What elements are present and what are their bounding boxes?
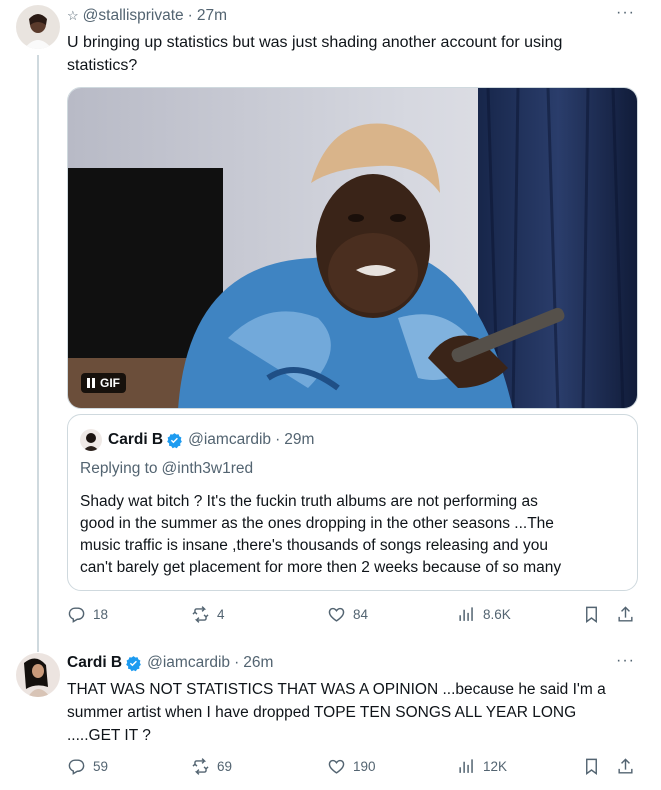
verified-badge-icon (126, 655, 141, 671)
timestamp[interactable]: 26m (243, 654, 273, 672)
reply-button[interactable]: 18 (67, 605, 108, 624)
reply-count: 59 (93, 759, 109, 774)
share-icon (618, 758, 633, 774)
share-button[interactable] (616, 605, 635, 624)
gif-frame (68, 88, 637, 408)
like-button[interactable]: 190 (327, 757, 376, 776)
tweet-actions: 59 69 190 12K (67, 757, 638, 779)
tweet-header: ☆ @stallisprivate · 27m (67, 7, 227, 25)
verified-badge-icon (167, 432, 182, 448)
tweet-cardib[interactable]: Cardi B @iamcardib · 26m ··· THAT WAS NO… (0, 640, 661, 790)
reply-icon (68, 607, 85, 623)
tweet-text: THAT WAS NOT STATISTICS THAT WAS A OPINI… (67, 678, 606, 747)
bookmark-button[interactable] (582, 757, 601, 776)
quote-timestamp[interactable]: 29m (284, 431, 314, 449)
separator-dot: · (275, 431, 281, 448)
user-handle[interactable]: @stallisprivate (83, 7, 184, 25)
quote-display-name[interactable]: Cardi B (108, 431, 163, 449)
like-count: 84 (353, 607, 369, 622)
separator-dot: · (187, 7, 193, 24)
tweet-actions: 18 4 84 8.6K (67, 605, 638, 627)
gif-media[interactable]: GIF (67, 87, 638, 409)
tweet-text-line: THAT WAS NOT STATISTICS THAT WAS A OPINI… (67, 681, 606, 698)
tweet-header: Cardi B @iamcardib · 26m (67, 654, 273, 672)
bookmark-button[interactable] (582, 605, 601, 624)
pause-icon[interactable] (87, 378, 95, 388)
tweet-text: U bringing up statistics but was just sh… (67, 31, 562, 77)
retweet-button[interactable]: 4 (191, 605, 225, 624)
tweet-text-line: summer artist when I have dropped TOPE T… (67, 704, 577, 721)
share-icon (618, 606, 633, 622)
retweet-count: 4 (217, 607, 225, 622)
thread-line (37, 55, 39, 652)
avatar-cardib[interactable] (16, 653, 60, 697)
replying-to: Replying to @inth3w1red (80, 460, 253, 478)
bookmark-icon (586, 606, 597, 624)
view-count: 12K (483, 759, 508, 774)
more-options-icon[interactable]: ··· (616, 4, 635, 22)
gif-label: GIF (100, 376, 120, 390)
views-button[interactable]: 8.6K (457, 605, 511, 624)
quote-text: Shady wat bitch ? It's the fuckin truth … (80, 491, 561, 579)
replying-handle[interactable]: @inth3w1red (162, 460, 254, 478)
replying-prefix: Replying to (80, 460, 158, 477)
quote-text-line: good in the summer as the ones dropping … (80, 515, 554, 532)
like-count: 190 (353, 759, 376, 774)
quote-text-line: can't barely get placement for more then… (80, 559, 562, 576)
quote-text-line: music traffic is insane ,there's thousan… (80, 537, 548, 554)
star-icon: ☆ (67, 8, 79, 23)
reply-icon (68, 759, 85, 775)
quote-text-line: Shady wat bitch ? It's the fuckin truth … (80, 493, 538, 510)
heart-icon (328, 759, 345, 774)
quote-header: Cardi B @iamcardib · 29m (80, 429, 314, 451)
quoted-tweet[interactable]: Cardi B @iamcardib · 29m Replying to @in… (67, 414, 638, 591)
views-icon (459, 607, 473, 621)
tweet-text-line: U bringing up statistics but was just sh… (67, 34, 563, 51)
timestamp[interactable]: 27m (197, 7, 227, 25)
views-button[interactable]: 12K (457, 757, 507, 776)
retweet-count: 69 (217, 759, 233, 774)
more-options-icon[interactable]: ··· (616, 652, 635, 670)
retweet-icon (192, 758, 209, 775)
quote-avatar (80, 429, 102, 451)
view-count: 8.6K (483, 607, 511, 622)
share-button[interactable] (616, 757, 635, 776)
reply-button[interactable]: 59 (67, 757, 108, 776)
views-icon (459, 759, 473, 773)
tweet-text-line: .....GET IT ? (67, 727, 151, 744)
gif-badge[interactable]: GIF (81, 373, 126, 393)
retweet-button[interactable]: 69 (191, 757, 232, 776)
tweet-stallisprivate[interactable]: ☆ @stallisprivate · 27m ··· U bringing u… (0, 0, 661, 652)
retweet-icon (192, 606, 209, 623)
bookmark-icon (586, 758, 597, 776)
like-button[interactable]: 84 (327, 605, 368, 624)
heart-icon (328, 607, 345, 622)
display-name[interactable]: Cardi B (67, 654, 122, 672)
separator-dot: · (234, 654, 240, 671)
user-handle[interactable]: @iamcardib (147, 654, 230, 672)
tweet-text-line: statistics? (67, 57, 138, 74)
quote-handle[interactable]: @iamcardib (188, 431, 271, 449)
reply-count: 18 (93, 607, 109, 622)
avatar-stallisprivate[interactable] (16, 5, 60, 49)
